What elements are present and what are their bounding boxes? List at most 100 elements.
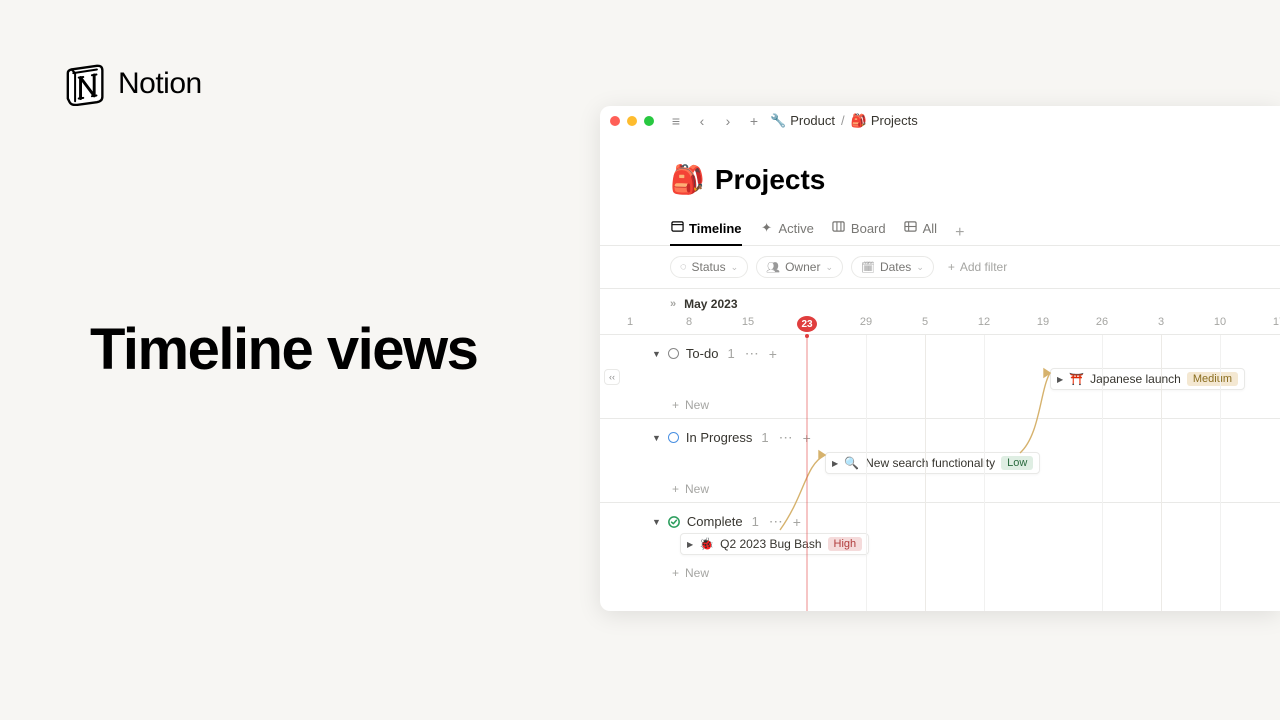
bug-icon: 🐞: [699, 537, 714, 551]
minimize-window-button[interactable]: [627, 116, 637, 126]
scale-tick: 19: [1037, 316, 1049, 328]
filter-owner[interactable]: 👥︎ Owner ⌄: [756, 256, 843, 278]
chevron-down-icon: ⌄: [731, 262, 739, 273]
plus-icon: +: [672, 398, 679, 412]
tab-all[interactable]: All: [904, 220, 937, 246]
scale-tick: 17: [1273, 316, 1280, 328]
today-line: [807, 335, 808, 611]
scale-tick: 12: [978, 316, 990, 328]
zoom-window-button[interactable]: [644, 116, 654, 126]
filters-row: ◌ Status ⌄ 👥︎ Owner ⌄ 🗓︎ Dates ⌄ + Add f…: [600, 246, 1280, 289]
disclosure-toggle[interactable]: ▼: [652, 433, 661, 443]
group-name: In Progress: [686, 430, 752, 445]
plus-icon: +: [948, 260, 955, 274]
add-view-button[interactable]: +: [955, 224, 964, 242]
event-title: New search functionality: [865, 456, 995, 470]
event-japanese-launch[interactable]: ▶ ⛩️ Japanese launch Medium: [1050, 368, 1245, 390]
group-name: Complete: [687, 514, 743, 529]
priority-badge: High: [828, 537, 863, 551]
event-bug-bash[interactable]: ▶ 🐞 Q2 2023 Bug Bash High: [680, 533, 869, 555]
chevron-down-icon: ⌄: [916, 262, 924, 273]
menu-icon[interactable]: ≡: [666, 111, 686, 131]
tab-timeline[interactable]: Timeline: [670, 220, 742, 246]
scale-tick: 15: [742, 316, 754, 328]
priority-badge: Low: [1001, 456, 1033, 470]
owner-icon: 👥︎: [766, 261, 780, 274]
group-count: 1: [761, 430, 768, 445]
forward-button[interactable]: ›: [718, 111, 738, 131]
group-in-progress: ▼ In Progress 1 ⋯ + ▶ 🔍 New search funct…: [600, 419, 1280, 503]
scale-tick: 5: [922, 316, 928, 328]
group-body: ▶ ⛩️ Japanese launch Medium: [600, 368, 1280, 394]
status-circle-icon: [668, 348, 679, 359]
board-icon: [832, 220, 846, 236]
more-icon[interactable]: ⋯: [769, 513, 783, 530]
wrench-icon: 🔧: [770, 113, 786, 129]
month-label-row: » May 2023: [600, 289, 1280, 313]
group-body: ▶ 🐞 Q2 2023 Bug Bash High: [600, 536, 1280, 562]
window-controls: [610, 116, 654, 126]
new-item-button[interactable]: + New: [600, 562, 1280, 590]
group-complete: ▼ Complete 1 ⋯ + ▶ 🐞 Q2 2023 Bug Bash Hi…: [600, 503, 1280, 587]
scale-tick: 10: [1214, 316, 1226, 328]
scale-tick: 3: [1158, 316, 1164, 328]
group-count: 1: [752, 514, 759, 529]
double-chevron-icon[interactable]: »: [670, 298, 676, 310]
breadcrumb-parent[interactable]: 🔧 Product: [770, 113, 835, 129]
app-window: ≡ ‹ › + 🔧 Product / 🎒 Projects 🎒 Project…: [600, 106, 1280, 611]
scale-tick: 23: [797, 316, 817, 332]
plus-icon: +: [672, 566, 679, 580]
more-icon[interactable]: ⋯: [779, 429, 793, 446]
check-circle-icon: [668, 516, 680, 528]
group-todo: ‹‹ ▼ To-do 1 ⋯ + ▶ ⛩️ Japanese launch Me…: [600, 335, 1280, 419]
add-item-button[interactable]: +: [793, 514, 801, 530]
event-title: Japanese launch: [1090, 372, 1181, 386]
timeline-icon: [670, 220, 684, 236]
page-emoji[interactable]: 🎒: [670, 166, 705, 194]
new-page-button[interactable]: +: [744, 111, 764, 131]
chevron-down-icon: ⌄: [825, 262, 833, 273]
breadcrumb-current[interactable]: 🎒 Projects: [851, 113, 918, 129]
more-icon[interactable]: ⋯: [745, 345, 759, 362]
timeline-body: ‹‹ ▼ To-do 1 ⋯ + ▶ ⛩️ Japanese launch Me…: [600, 335, 1280, 611]
scale-tick: 1: [627, 316, 633, 328]
torii-icon: ⛩️: [1069, 372, 1084, 386]
filter-status[interactable]: ◌ Status ⌄: [670, 256, 748, 278]
backpack-icon: 🎒: [851, 113, 867, 129]
triangle-icon: ▶: [832, 459, 838, 468]
event-new-search[interactable]: ▶ 🔍 New search functionality Low: [825, 452, 1040, 474]
disclosure-toggle[interactable]: ▼: [652, 349, 661, 359]
notion-logo-icon: [66, 62, 106, 106]
group-name: To-do: [686, 346, 719, 361]
plus-icon: +: [672, 482, 679, 496]
title-bar: ≡ ‹ › + 🔧 Product / 🎒 Projects: [600, 106, 1280, 136]
add-filter-button[interactable]: + Add filter: [942, 257, 1013, 277]
breadcrumb: 🔧 Product / 🎒 Projects: [770, 113, 918, 129]
breadcrumb-separator: /: [841, 113, 845, 128]
month-label: May 2023: [684, 297, 737, 311]
triangle-icon: ▶: [687, 540, 693, 549]
scale-tick: 8: [686, 316, 692, 328]
group-count: 1: [727, 346, 734, 361]
brand-name: Notion: [118, 67, 202, 101]
new-item-button[interactable]: + New: [600, 478, 1280, 506]
priority-badge: Medium: [1187, 372, 1238, 386]
table-icon: [904, 220, 918, 236]
page-header: 🎒 Projects: [600, 136, 1280, 206]
timeline-scale: 18152329512192631017: [600, 313, 1280, 335]
back-button[interactable]: ‹: [692, 111, 712, 131]
scale-tick: 29: [860, 316, 872, 328]
tab-active[interactable]: ✦ Active: [760, 220, 814, 246]
disclosure-toggle[interactable]: ▼: [652, 517, 661, 527]
new-item-button[interactable]: + New: [600, 394, 1280, 422]
magnifier-icon: 🔍: [844, 456, 859, 470]
group-body: ▶ 🔍 New search functionality Low: [600, 452, 1280, 478]
close-window-button[interactable]: [610, 116, 620, 126]
star-icon: ✦: [760, 220, 774, 236]
add-item-button[interactable]: +: [769, 346, 777, 362]
triangle-icon: ▶: [1057, 375, 1063, 384]
status-circle-icon: [668, 432, 679, 443]
filter-dates[interactable]: 🗓︎ Dates ⌄: [851, 256, 934, 278]
tab-board[interactable]: Board: [832, 220, 886, 246]
page-title[interactable]: Projects: [715, 164, 826, 196]
